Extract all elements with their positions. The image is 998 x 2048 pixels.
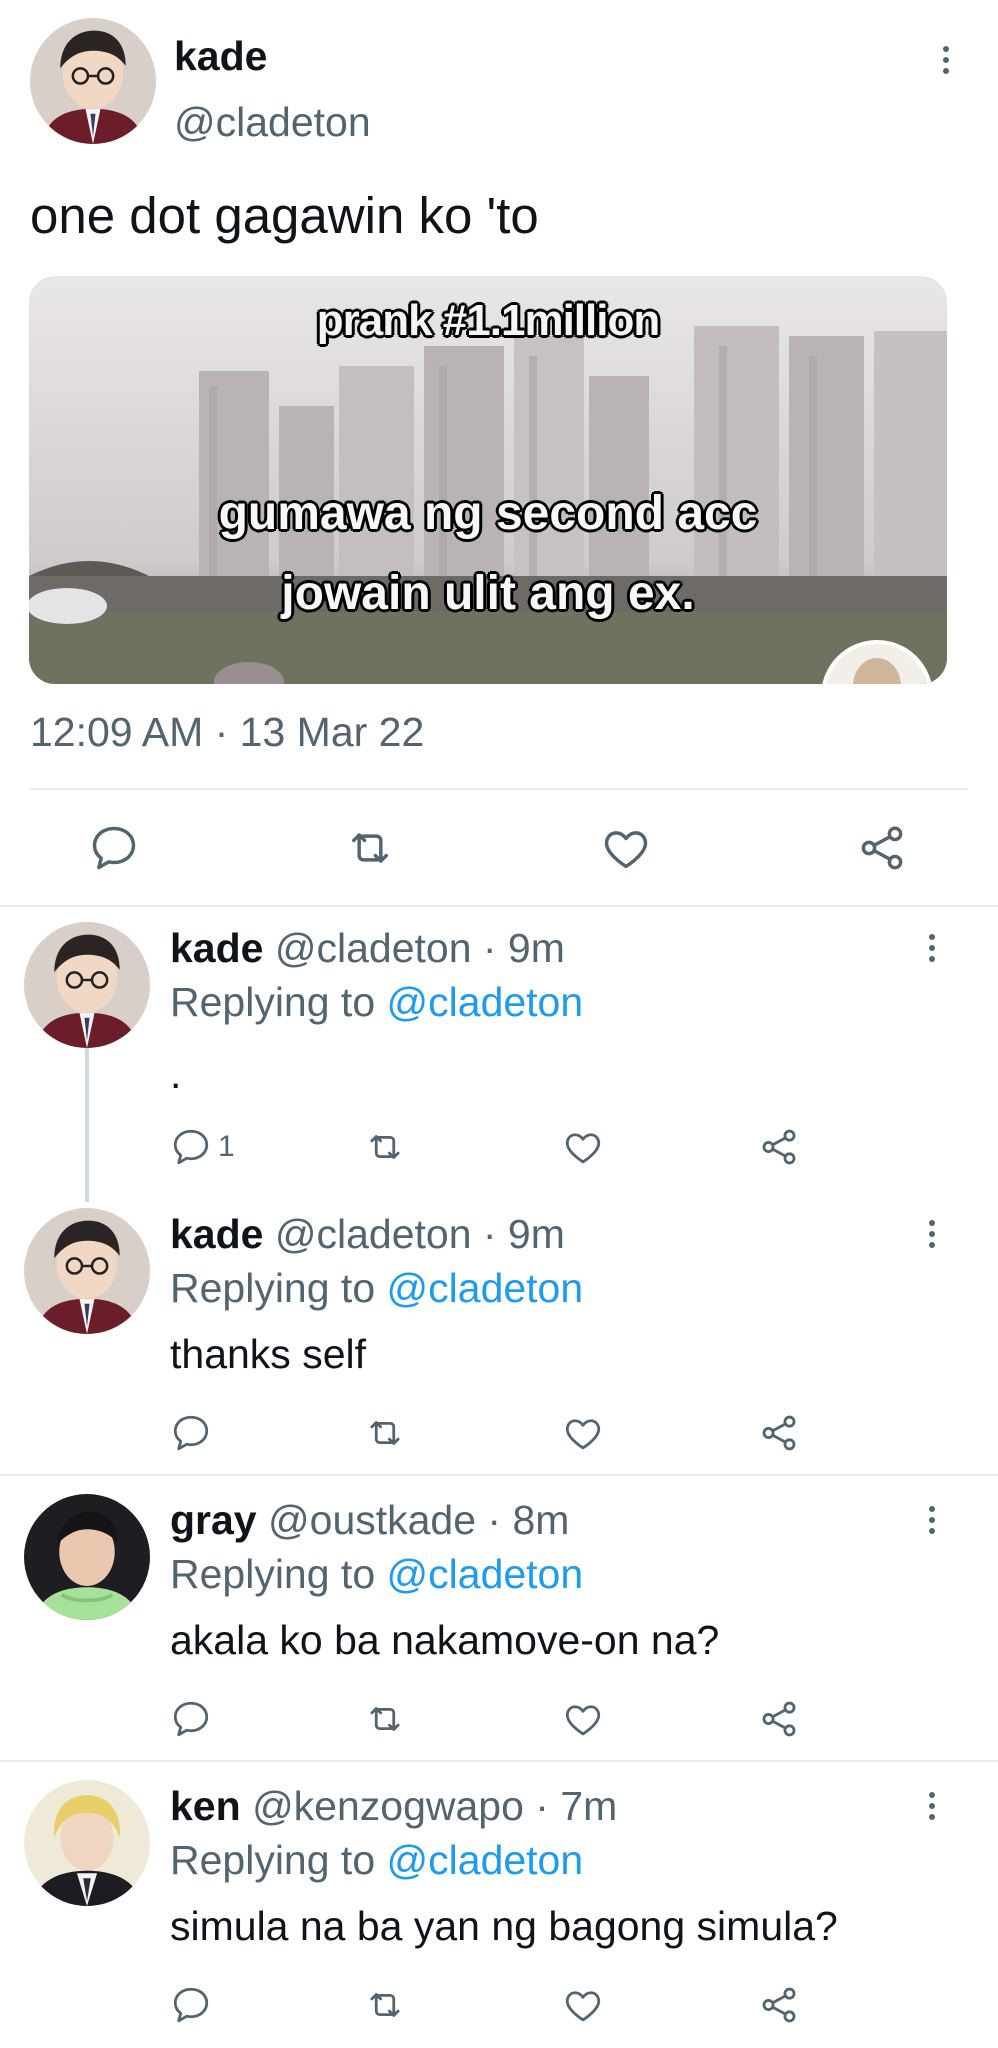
handle-and-time[interactable]: @cladeton · 9m	[275, 1211, 565, 1257]
replying-to-handle[interactable]: @cladeton	[387, 1551, 584, 1597]
replying-to-handle[interactable]: @cladeton	[387, 979, 584, 1025]
retweet-icon[interactable]	[364, 1984, 406, 2026]
handle-and-time[interactable]: @kenzogwapo · 7m	[252, 1783, 617, 1829]
replying-to-label: Replying to	[170, 1837, 376, 1883]
share-icon[interactable]	[758, 1698, 800, 1740]
handle-and-time[interactable]: @oustkade · 8m	[268, 1497, 569, 1543]
replying-to-label: Replying to	[170, 1551, 376, 1597]
retweet-icon[interactable]	[364, 1698, 406, 1740]
more-options-icon[interactable]	[922, 1786, 942, 1826]
avatar[interactable]	[24, 1494, 150, 1620]
retweet-icon[interactable]	[344, 822, 396, 874]
more-options-icon[interactable]	[922, 1500, 942, 1540]
display-name[interactable]: ken	[170, 1783, 241, 1829]
reply-icon[interactable]	[88, 822, 140, 874]
avatar[interactable]	[24, 922, 150, 1048]
tweet-media[interactable]: prank #1.1million gumawa ng second acc j…	[29, 276, 947, 684]
section-divider	[0, 905, 998, 907]
replying-to: Replying to @cladeton	[170, 1550, 583, 1598]
avatar[interactable]	[24, 1780, 150, 1906]
tweet-timestamp[interactable]: 12:09 AM · 13 Mar 22	[30, 708, 424, 756]
replying-to-handle[interactable]: @cladeton	[387, 1837, 584, 1883]
user-handle[interactable]: @cladeton	[174, 98, 371, 146]
reply-header: gray @oustkade · 8m	[170, 1496, 569, 1544]
section-divider	[0, 1760, 998, 1762]
reply-text: thanks self	[170, 1331, 366, 1377]
retweet-icon[interactable]	[364, 1126, 406, 1168]
more-options-icon[interactable]	[922, 1214, 942, 1254]
section-divider	[0, 1474, 998, 1476]
replying-to-label: Replying to	[170, 1265, 376, 1311]
reply-header: kade @cladeton · 9m	[170, 924, 565, 972]
media-caption-line2: jowain ulit ang ex.	[281, 567, 695, 620]
reply-header: ken @kenzogwapo · 7m	[170, 1782, 617, 1830]
reply-header: kade @cladeton · 9m	[170, 1210, 565, 1258]
share-icon[interactable]	[758, 1412, 800, 1454]
display-name[interactable]: kade	[170, 925, 263, 971]
replying-to: Replying to @cladeton	[170, 1264, 583, 1312]
tweet-text: one dot gagawin ko 'to	[30, 187, 539, 244]
divider	[30, 788, 968, 790]
handle-and-time[interactable]: @cladeton · 9m	[275, 925, 565, 971]
like-icon[interactable]	[600, 822, 652, 874]
like-icon[interactable]	[562, 1698, 604, 1740]
media-caption-top: prank #1.1million	[316, 296, 660, 345]
reply-icon[interactable]	[170, 1984, 212, 2026]
reply-icon[interactable]	[170, 1698, 212, 1740]
share-icon[interactable]	[856, 822, 908, 874]
media-caption-line1: gumawa ng second acc	[218, 487, 758, 540]
reply-icon[interactable]	[170, 1412, 212, 1454]
like-icon[interactable]	[562, 1984, 604, 2026]
reply-text: akala ko ba nakamove-on na?	[170, 1617, 720, 1663]
thread-line	[85, 1046, 89, 1202]
replying-to: Replying to @cladeton	[170, 978, 583, 1026]
more-options-icon[interactable]	[922, 928, 942, 968]
reply-count: 1	[218, 1130, 235, 1163]
reply-icon[interactable]: 1	[170, 1126, 235, 1168]
more-options-icon[interactable]	[936, 40, 956, 80]
share-icon[interactable]	[758, 1126, 800, 1168]
share-icon[interactable]	[758, 1984, 800, 2026]
avatar[interactable]	[24, 1208, 150, 1334]
avatar[interactable]	[30, 18, 156, 144]
replying-to-label: Replying to	[170, 979, 376, 1025]
reply-text: simula na ba yan ng bagong simula?	[170, 1903, 838, 1949]
display-name[interactable]: kade	[174, 32, 267, 80]
replying-to-handle[interactable]: @cladeton	[387, 1265, 584, 1311]
replying-to: Replying to @cladeton	[170, 1836, 583, 1884]
like-icon[interactable]	[562, 1126, 604, 1168]
retweet-icon[interactable]	[364, 1412, 406, 1454]
display-name[interactable]: gray	[170, 1497, 257, 1543]
reply-text: .	[170, 1051, 182, 1097]
display-name[interactable]: kade	[170, 1211, 263, 1257]
like-icon[interactable]	[562, 1412, 604, 1454]
